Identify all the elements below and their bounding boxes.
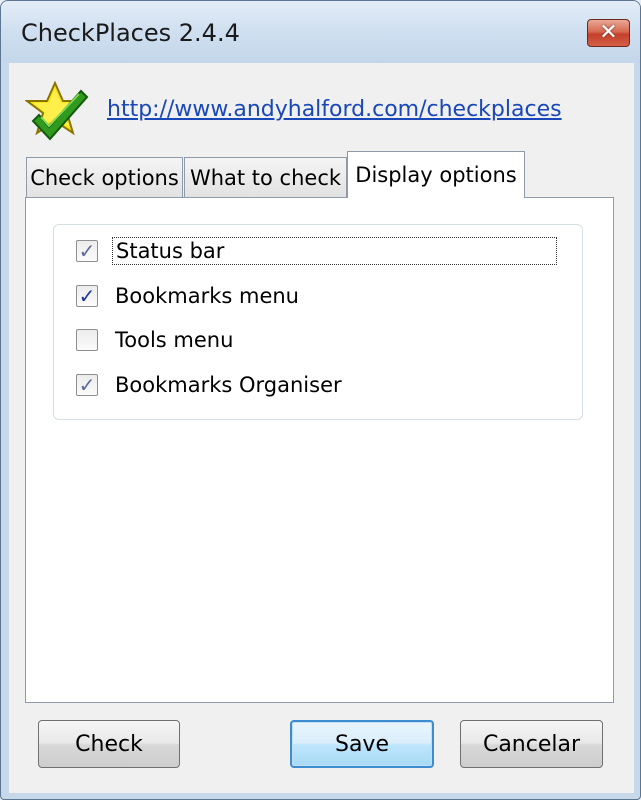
bookmarks-organiser-checkbox[interactable]: ✓ bbox=[76, 374, 98, 396]
tools-menu-checkbox[interactable] bbox=[76, 329, 98, 351]
option-bookmarks-organiser[interactable]: ✓ Bookmarks Organiser bbox=[76, 369, 345, 401]
tab-check-options[interactable]: Check options bbox=[26, 157, 183, 197]
close-button[interactable]: ✕ bbox=[587, 19, 630, 47]
bookmarks-menu-checkbox[interactable]: ✓ bbox=[76, 285, 98, 307]
tab-what-to-check[interactable]: What to check bbox=[184, 157, 347, 197]
check-button[interactable]: Check bbox=[38, 720, 180, 768]
option-tools-menu[interactable]: Tools menu bbox=[76, 324, 236, 356]
tab-display-options[interactable]: Display options bbox=[347, 151, 525, 198]
bookmarks-organiser-label: Bookmarks Organiser bbox=[115, 373, 342, 397]
app-window: CheckPlaces 2.4.4 ✕ http://www.andyhalfo… bbox=[0, 0, 641, 800]
homepage-link[interactable]: http://www.andyhalford.com/checkplaces bbox=[107, 97, 562, 122]
option-bookmarks-menu[interactable]: ✓ Bookmarks menu bbox=[76, 280, 302, 312]
close-x-icon: ✕ bbox=[599, 20, 618, 45]
dialog-body: http://www.andyhalford.com/checkplaces C… bbox=[9, 63, 634, 793]
window-title: CheckPlaces 2.4.4 bbox=[21, 19, 240, 47]
option-status-bar[interactable]: ✓ Status bar bbox=[76, 235, 557, 267]
status-bar-label: Status bar bbox=[112, 237, 557, 265]
status-bar-checkbox[interactable]: ✓ bbox=[76, 240, 98, 262]
display-options-panel: ✓ Status bar ✓ Bookmarks menu Tools menu… bbox=[25, 197, 614, 703]
star-checkmark-icon bbox=[24, 80, 91, 143]
save-button[interactable]: Save bbox=[290, 720, 434, 768]
title-bar[interactable]: CheckPlaces 2.4.4 ✕ bbox=[1, 1, 640, 63]
tools-menu-label: Tools menu bbox=[115, 328, 234, 352]
bookmarks-menu-label: Bookmarks menu bbox=[115, 284, 299, 308]
cancel-button[interactable]: Cancelar bbox=[460, 720, 603, 768]
display-options-group: ✓ Status bar ✓ Bookmarks menu Tools menu… bbox=[53, 224, 583, 420]
